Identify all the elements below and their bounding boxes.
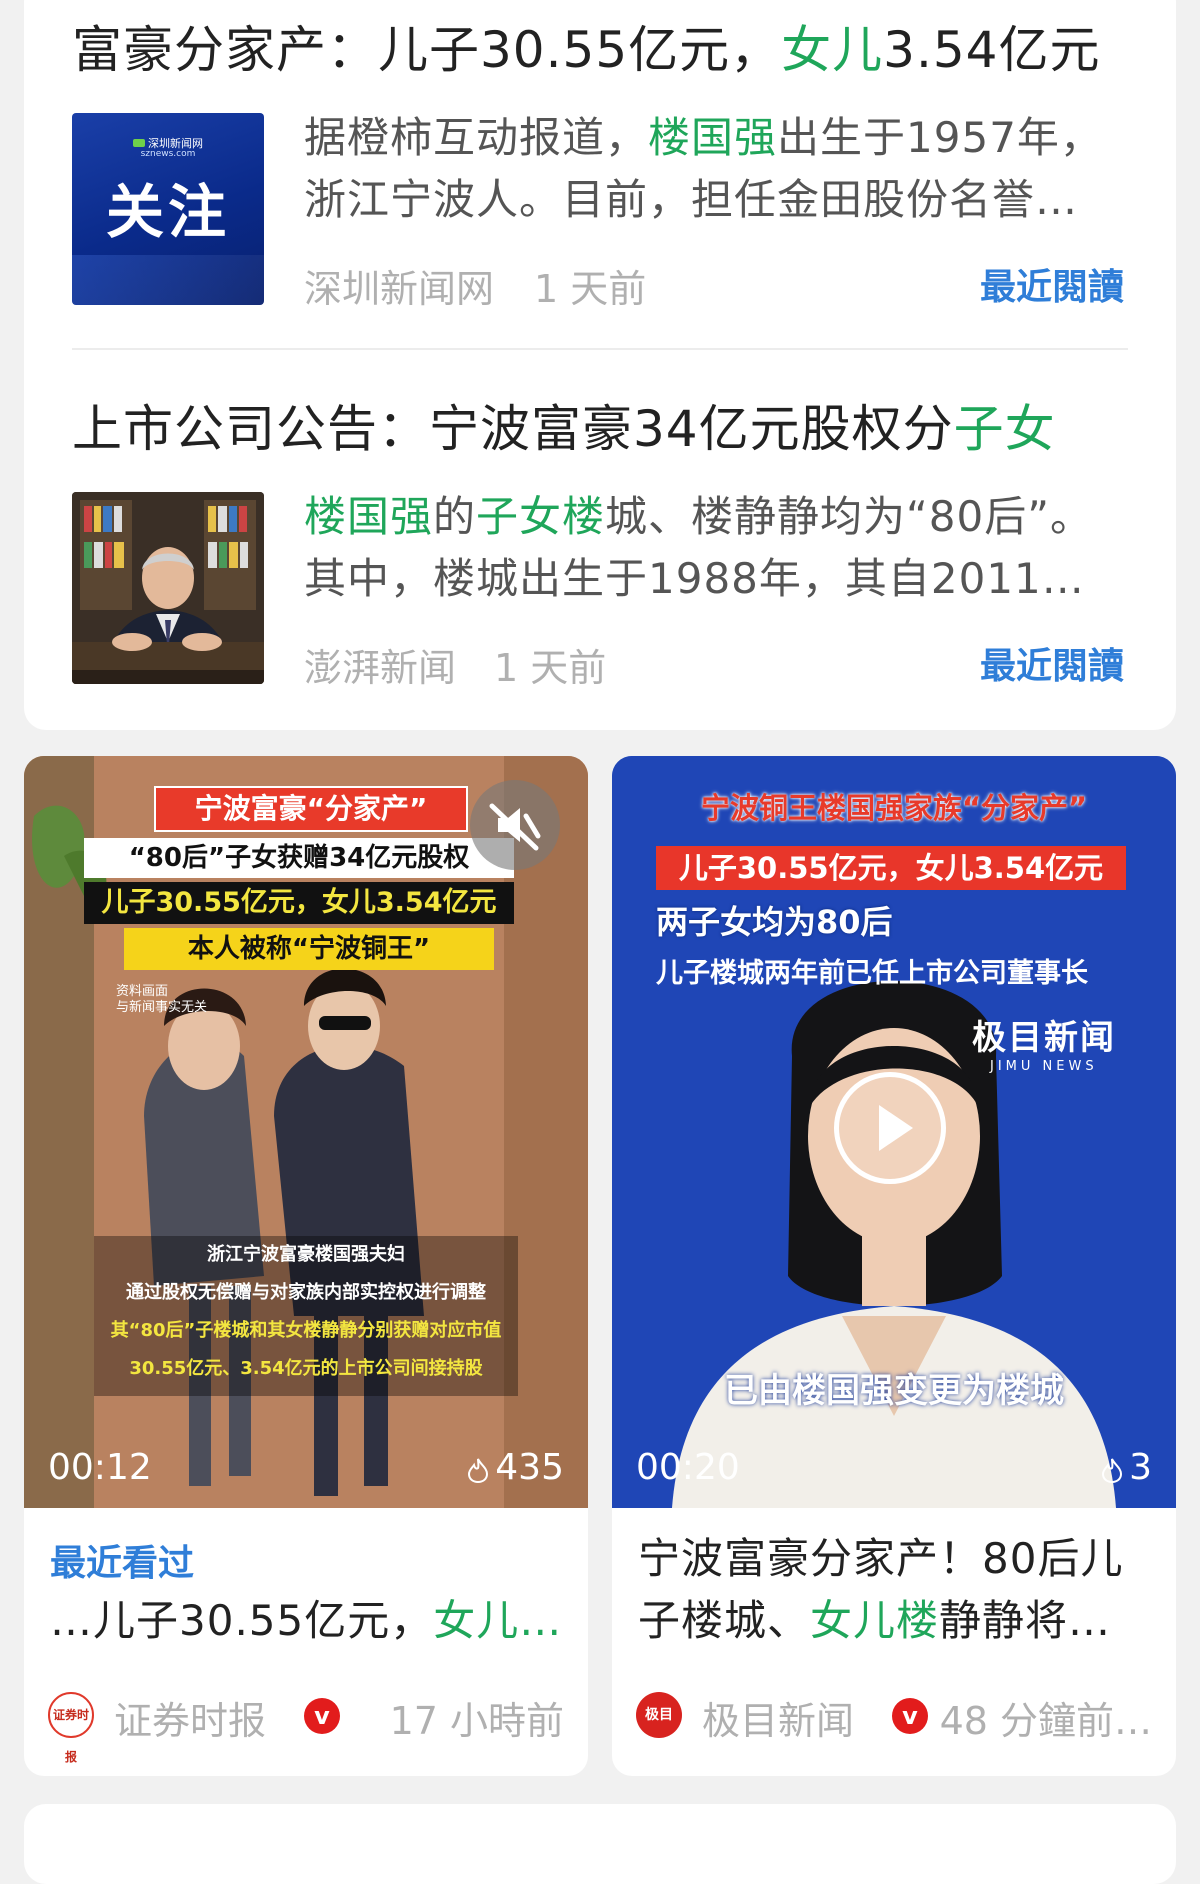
- brand-watermark: 极目新闻 JIMU NEWS: [972, 1018, 1116, 1074]
- divider: [72, 348, 1128, 350]
- news-title[interactable]: 富豪分家产：儿子30.55亿元，女儿3.54亿元: [72, 20, 1128, 80]
- video-thumbnail[interactable]: 宁波富豪“分家产” “80后”子女获赠34亿元股权 儿子30.55亿元，女儿3.…: [24, 756, 588, 1508]
- video-heat: 435: [467, 1447, 564, 1488]
- speaker-muted-icon: [489, 803, 541, 851]
- news-source[interactable]: 澎湃新闻: [304, 637, 456, 692]
- news-item[interactable]: 上市公司公告：宁波富豪34亿元股权分子女 楼国强的子女楼城、楼静静均为“80后”…: [72, 399, 1128, 699]
- news-meta: 澎湃新闻 1 天前 最近閱讀: [304, 637, 1124, 690]
- news-snippet: 楼国强的子女楼城、楼静静均为“80后”。 其中，楼城出生于1988年，其自201…: [304, 492, 1124, 603]
- play-icon: [879, 1105, 913, 1151]
- video-banner-title: 宁波铜王楼国强家族“分家产”: [700, 791, 1088, 825]
- video-banner-line4: 本人被称“宁波铜王”: [124, 928, 494, 970]
- thumbnail-brand-sub: sznews.com: [140, 149, 196, 159]
- video-caption[interactable]: …儿子30.55亿元，女儿…: [50, 1590, 570, 1652]
- source-logo: 证券时报: [48, 1692, 94, 1764]
- video-banner-line3: 两子女均为80后: [656, 903, 893, 941]
- video-card[interactable]: 宁波铜王楼国强家族“分家产” 儿子30.55亿元，女儿3.54亿元 两子女均为8…: [612, 756, 1176, 1776]
- verified-badge-icon: v: [304, 1698, 340, 1734]
- video-source[interactable]: 证券时报: [114, 1690, 266, 1745]
- video-banner-line2: 儿子30.55亿元，女儿3.54亿元: [656, 846, 1126, 890]
- video-meta: 极目 极目新闻 v 48 分鐘前…: [636, 1690, 1152, 1743]
- video-banner-title: 宁波富豪“分家产”: [154, 786, 468, 832]
- video-caption[interactable]: 宁波富豪分家产！80后儿 子楼城、女儿楼静静将…: [638, 1528, 1158, 1652]
- news-thumbnail[interactable]: [72, 492, 264, 684]
- recent-read-tag: 最近閱讀: [979, 646, 1124, 687]
- flame-icon: [468, 1458, 489, 1484]
- news-meta: 深圳新闻网 1 天前 最近閱讀: [304, 258, 1124, 311]
- news-source[interactable]: 深圳新闻网: [304, 258, 494, 313]
- video-banner-line2: “80后”子女获赠34亿元股权: [84, 838, 514, 878]
- news-time: 1 天前: [534, 267, 647, 311]
- video-duration: 00:20: [636, 1447, 740, 1488]
- video-subtitle: 已由楼国强变更为楼城: [724, 1371, 1064, 1411]
- verified-badge-icon: v: [892, 1698, 928, 1734]
- video-card[interactable]: 宁波富豪“分家产” “80后”子女获赠34亿元股权 儿子30.55亿元，女儿3.…: [24, 756, 588, 1776]
- news-time: 1 天前: [494, 646, 607, 690]
- portrait-image: [72, 492, 264, 684]
- news-results-card: 富豪分家产：儿子30.55亿元，女儿3.54亿元 深圳新闻网 sznews.co…: [24, 0, 1176, 730]
- video-time: 48 分鐘前…: [939, 1699, 1152, 1743]
- thumbnail-shine: [72, 255, 264, 305]
- video-heat: 3: [1101, 1447, 1152, 1488]
- source-logo: 极目: [636, 1692, 682, 1738]
- news-snippet: 据橙柿互动报道，楼国强出生于1957年， 浙江宁波人。目前，担任金田股份名誉…: [304, 113, 1103, 224]
- video-banner-line3: 儿子30.55亿元，女儿3.54亿元: [84, 882, 514, 924]
- recent-watched-tag: 最近看过: [50, 1543, 195, 1584]
- news-item[interactable]: 富豪分家产：儿子30.55亿元，女儿3.54亿元 深圳新闻网 sznews.co…: [72, 20, 1128, 320]
- video-subtitle: 浙江宁波富豪楼国强夫妇 通过股权无偿赠与对家族内部实控权进行调整 其“80后”子…: [94, 1236, 518, 1396]
- video-source[interactable]: 极目新闻: [702, 1690, 854, 1745]
- video-banner-line4: 儿子楼城两年前已任上市公司董事长: [656, 958, 1088, 989]
- video-disclaimer: 资料画面 与新闻事实无关: [116, 984, 208, 1015]
- video-time: 17 小時前: [389, 1699, 564, 1743]
- thumbnail-word: 关注: [105, 178, 230, 246]
- next-card: [24, 1804, 1176, 1884]
- recent-read-tag: 最近閱讀: [979, 267, 1124, 308]
- news-title[interactable]: 上市公司公告：宁波富豪34亿元股权分子女: [72, 399, 1128, 459]
- video-thumbnail[interactable]: 宁波铜王楼国强家族“分家产” 儿子30.55亿元，女儿3.54亿元 两子女均为8…: [612, 756, 1176, 1508]
- mute-button[interactable]: [470, 780, 560, 870]
- video-meta: 证券时报 证券时报 v 17 小時前: [48, 1690, 564, 1764]
- flame-icon: [1102, 1458, 1123, 1484]
- video-duration: 00:12: [48, 1447, 152, 1488]
- play-button[interactable]: [834, 1072, 946, 1184]
- brand-logo-icon: [133, 139, 145, 147]
- news-thumbnail[interactable]: 深圳新闻网 sznews.com 关注: [72, 113, 264, 305]
